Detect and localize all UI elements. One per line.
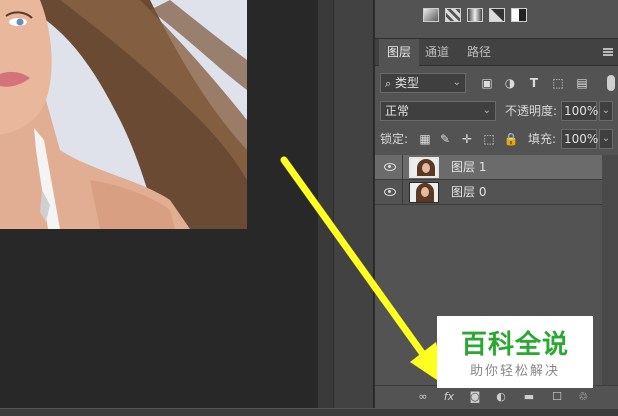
blend-row: 正常 ⌄ 不透明度: 100% ⌄ <box>375 101 618 123</box>
curves-icon[interactable] <box>423 8 439 22</box>
new-group-icon[interactable]: ▬ <box>521 390 537 404</box>
filter-toggle[interactable] <box>607 75 615 91</box>
filter-kind-select[interactable]: ⌕ 类型 ⌄ <box>380 73 466 93</box>
threshold-icon[interactable] <box>511 8 527 22</box>
watermark-logo: 百科全说 助你轻松解决 <box>437 316 593 388</box>
layers-bottom-bar: ∞ fx ◙ ◐ ▬ ☐ ♲ <box>375 385 618 408</box>
lock-label: 锁定: <box>380 132 409 146</box>
lock-artboard-icon[interactable]: ⬚ <box>481 131 497 147</box>
canvas-photo <box>0 0 247 229</box>
lock-position-icon[interactable]: ✛ <box>459 131 475 147</box>
eye-icon <box>384 188 396 196</box>
layer-name[interactable]: 图层 1 <box>451 155 486 179</box>
shape-filter-icon[interactable]: ⬚ <box>550 75 566 91</box>
new-layer-icon[interactable]: ☐ <box>549 390 565 404</box>
delete-layer-icon[interactable]: ♲ <box>575 390 591 404</box>
fill-input[interactable]: 100% <box>561 129 598 149</box>
layers-scrollbar[interactable] <box>602 155 618 385</box>
layer-row[interactable]: 图层 1 <box>375 155 603 180</box>
layer-thumbnail <box>409 182 439 203</box>
layer-thumbnail <box>409 157 439 178</box>
link-layers-icon[interactable]: ∞ <box>415 390 431 404</box>
filter-kind-label: 类型 <box>395 76 420 90</box>
search-icon: ⌕ <box>385 77 392 90</box>
layer-row[interactable]: 图层 0 <box>375 180 603 205</box>
watermark-title: 百科全说 <box>460 330 569 360</box>
layers-list: 图层 1 图层 0 <box>375 155 603 205</box>
smart-object-filter-icon[interactable]: ▤ <box>574 75 590 91</box>
fill-chevron-icon[interactable]: ⌄ <box>599 129 613 149</box>
status-strip <box>0 408 618 416</box>
tab-layers[interactable]: 图层 <box>379 39 420 66</box>
blend-mode-select[interactable]: 正常 ⌄ <box>380 101 496 121</box>
lock-transparency-icon[interactable]: ▦ <box>417 131 433 147</box>
visibility-toggle[interactable] <box>375 155 403 179</box>
opacity-label: 不透明度: <box>505 104 558 118</box>
panel-tab-bar: 图层 通道 路径 <box>375 38 618 66</box>
opacity-chevron-icon[interactable]: ⌄ <box>599 101 613 121</box>
adjustment-icons <box>423 8 527 22</box>
adjustment-layer-icon[interactable]: ◐ <box>493 390 509 404</box>
image-filter-icon[interactable]: ▣ <box>479 75 495 91</box>
channel-mixer-icon[interactable] <box>489 8 505 22</box>
canvas-scrollbar[interactable] <box>318 0 333 416</box>
type-filter-icon[interactable]: T <box>526 75 542 91</box>
chevron-down-icon: ⌄ <box>482 105 491 116</box>
watermark-subtitle: 助你轻松解决 <box>469 364 560 379</box>
lock-row: 锁定: ▦ ✎ ✛ ⬚ 🔒 填充: 100% ⌄ <box>375 129 618 151</box>
lock-pixels-icon[interactable]: ✎ <box>437 131 453 147</box>
layer-name[interactable]: 图层 0 <box>451 180 486 204</box>
adjustment-filter-icon[interactable]: ◑ <box>502 75 518 91</box>
document-canvas[interactable] <box>0 0 318 416</box>
eye-icon <box>384 163 396 171</box>
chevron-down-icon: ⌄ <box>452 77 461 88</box>
tab-paths[interactable]: 路径 <box>459 39 499 66</box>
opacity-input[interactable]: 100% <box>561 101 598 121</box>
layer-filter-row: ⌕ 类型 ⌄ ▣ ◑ T ⬚ ▤ <box>375 73 618 95</box>
fx-icon[interactable]: fx <box>441 390 457 404</box>
panel-dock-divider <box>333 0 373 416</box>
panel-menu-icon[interactable] <box>603 48 613 56</box>
tab-channels[interactable]: 通道 <box>417 39 457 66</box>
visibility-toggle[interactable] <box>375 180 403 204</box>
fill-label: 填充: <box>528 132 557 146</box>
lock-all-icon[interactable]: 🔒 <box>503 131 519 147</box>
blend-mode-value: 正常 <box>385 104 410 118</box>
add-mask-icon[interactable]: ◙ <box>467 390 483 404</box>
pattern-icon[interactable] <box>445 8 461 22</box>
gradient-map-icon[interactable] <box>467 8 483 22</box>
